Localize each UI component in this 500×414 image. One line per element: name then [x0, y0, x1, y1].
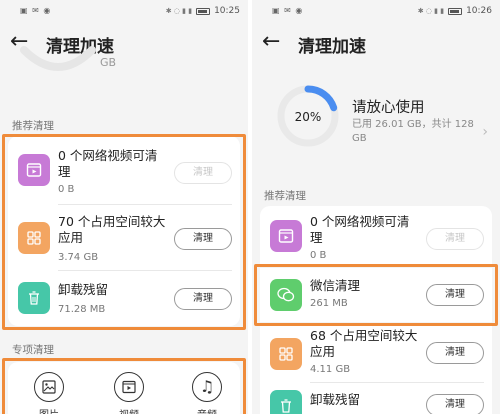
item-size: 4.11 GB: [310, 364, 351, 375]
list-item[interactable]: 卸载残留 清理: [260, 384, 492, 414]
clean-button[interactable]: 清理: [426, 394, 484, 414]
item-title: 0 个网络视频可清 理: [58, 148, 158, 179]
clean-button[interactable]: 清理: [426, 342, 484, 364]
status-bar: ▣ ✉ ◉ ✱ ◌ ▮ ▮ 10:25: [0, 0, 248, 22]
divider: [58, 270, 232, 271]
list-item[interactable]: 0 个网络视频可清 理 0 B 清理: [8, 136, 240, 202]
storage-headline: 请放心使用: [352, 100, 425, 116]
status-right-icons: ✱ ◌ ▮ ▮: [165, 7, 193, 15]
storage-summary[interactable]: 20% 请放心使用 已用 26.01 GB，共计 128 GB ›: [260, 78, 492, 174]
storage-gb-label: GB: [100, 56, 117, 69]
header: ← 清理加速: [252, 28, 500, 58]
list-item[interactable]: 卸载残留 71.28 MB 清理: [8, 272, 240, 326]
video-icon: [18, 154, 50, 186]
music-note-icon[interactable]: ♫: [192, 372, 222, 402]
status-time: 10:25: [214, 6, 240, 16]
divider: [58, 204, 232, 205]
item-size: 3.74 GB: [58, 252, 99, 263]
list-item[interactable]: 70 个占用空间较大 应用 3.74 GB 清理: [8, 206, 240, 268]
special-clean-card: 图片 视频 ♫ 音频: [8, 362, 240, 414]
page-title: 清理加速: [298, 37, 366, 57]
clean-button[interactable]: 清理: [174, 228, 232, 250]
recommend-card: 68 个占用空间较大 应用 4.11 GB 清理 卸载残留 清理: [260, 326, 492, 414]
trash-icon: [18, 282, 50, 314]
battery-icon: [448, 7, 463, 15]
clean-button[interactable]: 清理: [174, 162, 232, 184]
apps-grid-icon: [270, 338, 302, 370]
special-label-audio: 音频: [197, 406, 217, 414]
item-size: 261 MB: [310, 298, 348, 309]
item-title: 卸载残留: [58, 282, 109, 297]
item-title: 0 个网络视频可清 理: [310, 214, 410, 245]
chevron-right-icon: ›: [482, 124, 488, 140]
wechat-card: 微信清理 261 MB 清理: [260, 268, 492, 322]
item-title: 卸载残留: [310, 392, 361, 407]
status-icons: ▣ ✉ ◉: [272, 6, 304, 15]
video-icon: [270, 220, 302, 252]
item-size: 0 B: [58, 184, 75, 195]
clean-button[interactable]: 清理: [426, 284, 484, 306]
item-title: 70 个占用空间较大 应用: [58, 214, 166, 245]
status-right-icons: ✱ ◌ ▮ ▮: [417, 7, 445, 15]
storage-used: 已用 26.01 GB，共计 128 GB: [352, 119, 474, 144]
item-size: 0 B: [310, 250, 327, 261]
clean-button[interactable]: 清理: [426, 228, 484, 250]
battery-icon: [196, 7, 211, 15]
wechat-icon: [270, 279, 302, 311]
clean-button[interactable]: 清理: [174, 288, 232, 310]
image-icon[interactable]: [34, 372, 64, 402]
back-arrow-icon[interactable]: ←: [262, 30, 288, 56]
storage-percent: 20%: [294, 110, 322, 124]
right-screenshot: ▣ ✉ ◉ ✱ ◌ ▮ ▮ 10:26 ← 清理加速 20% 请放心使用 已用 …: [252, 0, 500, 414]
recommend-card: 0 个网络视频可清 理 0 B 清理 70 个占用空间较大 应用 3.74 GB…: [8, 136, 240, 326]
status-time: 10:26: [466, 6, 492, 16]
special-label-image: 图片: [39, 406, 59, 414]
video-icon[interactable]: [114, 372, 144, 402]
trash-icon: [270, 390, 302, 414]
recommend-card: 0 个网络视频可清 理 0 B 清理: [260, 206, 492, 266]
list-item[interactable]: 微信清理 261 MB 清理: [260, 268, 492, 322]
item-title: 68 个占用空间较大 应用: [310, 328, 418, 359]
item-title: 微信清理: [310, 278, 361, 293]
apps-grid-icon: [18, 222, 50, 254]
list-item[interactable]: 68 个占用空间较大 应用 4.11 GB 清理: [260, 326, 492, 384]
divider: [310, 382, 484, 383]
left-screenshot: ▣ ✉ ◉ ✱ ◌ ▮ ▮ 10:25 ← 清理加速 GB 推荐清理 0 个网络…: [0, 0, 248, 414]
section-recommend-label: 推荐清理: [12, 120, 54, 132]
list-item[interactable]: 0 个网络视频可清 理 0 B 清理: [260, 206, 492, 266]
section-recommend-label: 推荐清理: [264, 190, 306, 202]
special-label-video: 视频: [119, 406, 139, 414]
storage-ring: [20, 46, 96, 71]
status-icons: ▣ ✉ ◉: [20, 6, 52, 15]
section-special-label: 专项清理: [12, 344, 54, 356]
status-bar: ▣ ✉ ◉ ✱ ◌ ▮ ▮ 10:26: [252, 0, 500, 22]
item-size: 71.28 MB: [58, 304, 106, 315]
